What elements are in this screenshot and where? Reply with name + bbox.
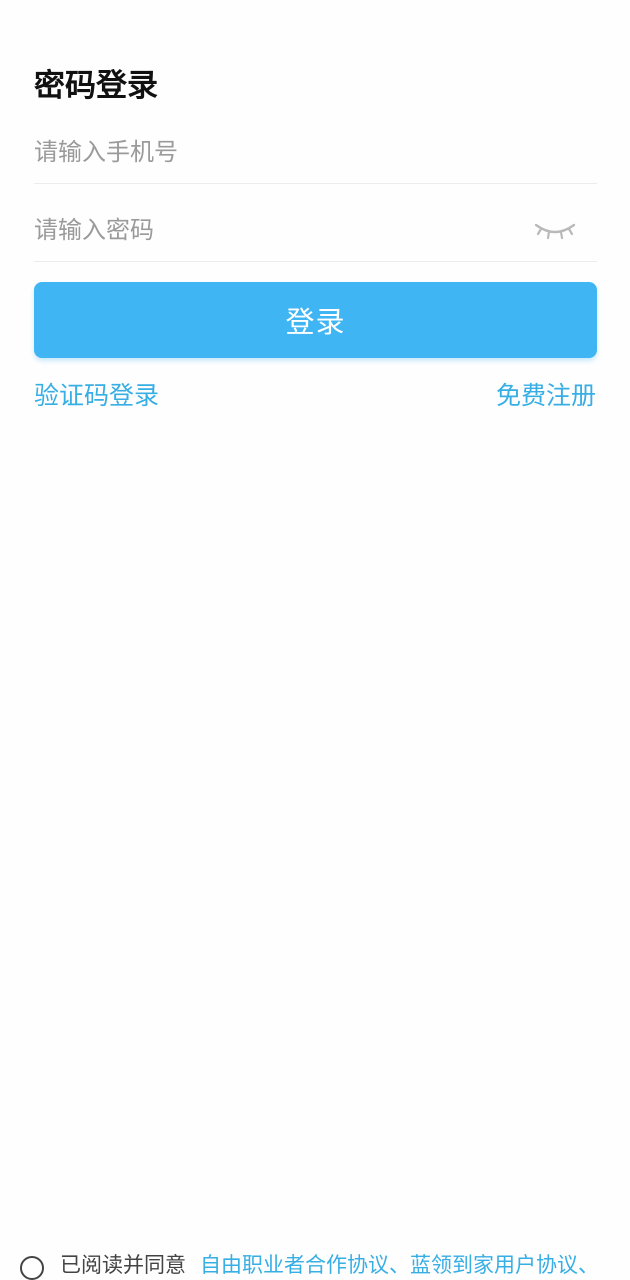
sms-login-link[interactable]: 验证码登录 [34,378,159,414]
page-title: 密码登录 [34,68,158,104]
eye-closed-icon-graphic [534,223,576,240]
agreement-prefix: 已阅读并同意 [60,1253,186,1277]
register-link[interactable]: 免费注册 [496,378,596,414]
agreement-link-user[interactable]: 蓝领到家用户协议 [410,1253,578,1277]
agreement-radio[interactable] [20,1256,44,1280]
agreement-links: 自由职业者合作协议、蓝领到家用户协议、 [200,1250,599,1280]
login-button[interactable]: 登录 [34,282,597,358]
password-input[interactable] [34,199,514,261]
phone-input[interactable] [34,121,514,183]
agreement-row: 已阅读并同意 自由职业者合作协议、蓝领到家用户协议、 [20,1248,620,1280]
password-field [34,199,597,262]
login-screen: 密码登录 登录 验证码登录 免费注册 已阅读并同意 自由职业者合作协议、蓝领到家… [0,0,630,1280]
phone-field [34,121,597,184]
agreement-link-freelancer[interactable]: 自由职业者合作协议 [200,1253,389,1277]
eye-closed-icon[interactable] [533,217,577,243]
agreement-separator: 、 [578,1253,599,1277]
agreement-separator: 、 [389,1253,410,1277]
